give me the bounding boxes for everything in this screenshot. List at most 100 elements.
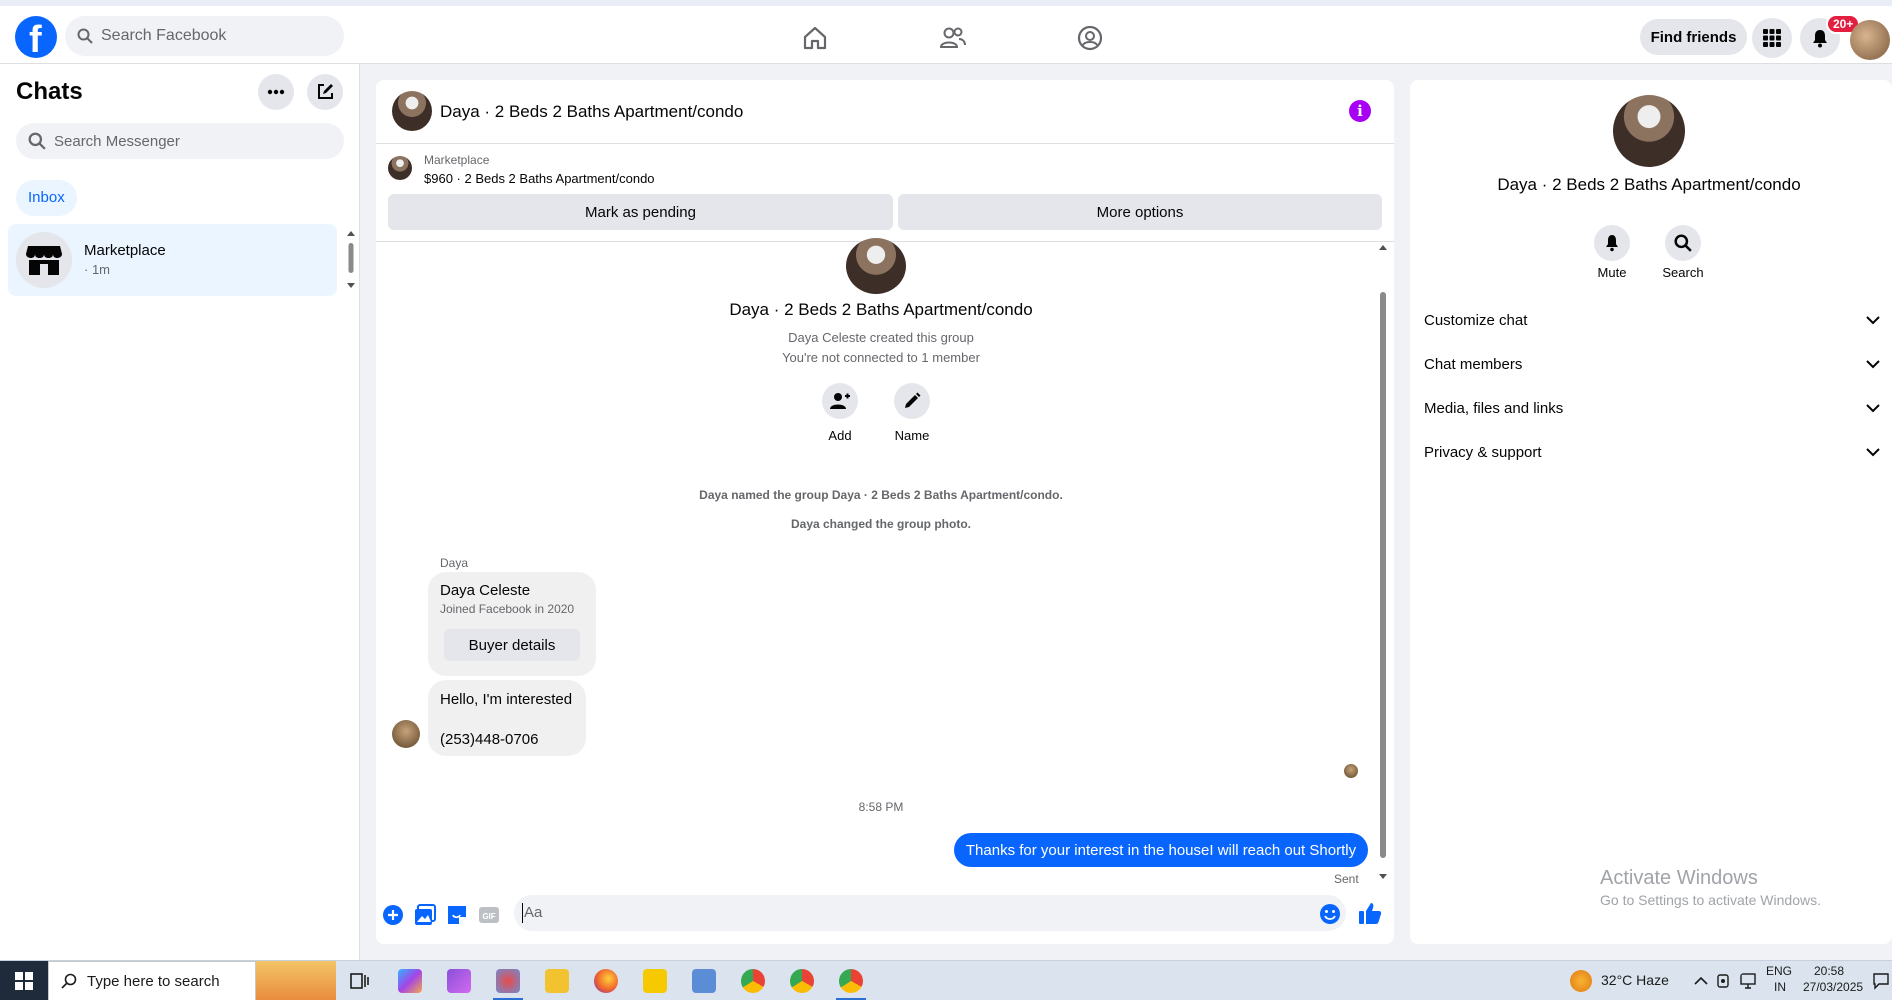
message-input[interactable]: Aa (514, 895, 1346, 931)
media-files-links-section[interactable]: Media, files and links (1424, 388, 1880, 428)
gif-icon[interactable]: GIF (478, 904, 500, 926)
sent-message-bubble[interactable]: Thanks for your interest in the houseI w… (954, 833, 1368, 867)
tab-inbox[interactable]: Inbox (16, 180, 77, 216)
sticker-icon[interactable] (446, 904, 468, 926)
profile-avatar[interactable] (1850, 20, 1890, 60)
listing-price[interactable]: $960 · 2 Beds 2 Baths Apartment/condo (424, 171, 655, 186)
region-indicator[interactable]: IN (1774, 980, 1786, 994)
friends-icon[interactable] (938, 24, 966, 52)
search-icon (1674, 234, 1692, 252)
group-photo (846, 238, 906, 294)
language-indicator[interactable]: ENG (1766, 964, 1792, 978)
add-attachment-icon[interactable] (382, 904, 404, 926)
feather-app-icon[interactable] (447, 969, 471, 993)
chevron-up-icon[interactable] (1694, 974, 1708, 988)
add-member-button[interactable] (822, 383, 858, 419)
chats-title: Chats (16, 78, 83, 105)
facebook-logo-icon[interactable]: f (15, 16, 57, 61)
copilot-app-icon[interactable] (398, 969, 422, 993)
message-thread: Daya · 2 Beds 2 Baths Apartment/condo Da… (376, 238, 1394, 886)
received-message-bubble[interactable]: Hello, I'm interested (253)448-0706 (428, 680, 586, 756)
windows-logo-icon (15, 972, 33, 990)
chat-item-time: · 1m (84, 262, 110, 277)
message-phone-line: (253)448-0706 (440, 731, 539, 748)
conversation-title[interactable]: Daya · 2 Beds 2 Baths Apartment/condo (440, 102, 743, 122)
file-explorer-icon[interactable] (545, 969, 569, 993)
messenger-search-input[interactable]: Search Messenger (16, 123, 344, 159)
activate-windows-subtext: Go to Settings to activate Windows. (1600, 892, 1821, 908)
add-person-icon (830, 393, 850, 409)
add-label: Add (828, 428, 852, 443)
chrome-icon[interactable] (741, 969, 765, 993)
not-connected-text: You're not connected to 1 member (782, 350, 980, 365)
start-button[interactable] (0, 961, 48, 1000)
new-message-button[interactable] (307, 74, 343, 110)
firefox-icon[interactable] (594, 969, 618, 993)
group-title: Daya · 2 Beds 2 Baths Apartment/condo (729, 300, 1033, 319)
paint-app-icon[interactable] (496, 969, 520, 993)
mark-as-pending-button[interactable]: Mark as pending (388, 194, 893, 230)
network-icon[interactable] (1740, 973, 1758, 989)
conversation-panel: Daya · 2 Beds 2 Baths Apartment/condo i … (376, 80, 1394, 944)
conversation-header: Daya · 2 Beds 2 Baths Apartment/condo i (376, 80, 1394, 144)
message-text-line: Hello, I'm interested (440, 691, 573, 708)
clock-date[interactable]: 27/03/2025 (1803, 980, 1863, 994)
weather-text[interactable]: 32°C Haze (1601, 972, 1669, 988)
svg-text:GIF: GIF (482, 912, 495, 921)
clock-time[interactable]: 20:58 (1814, 964, 1844, 978)
chat-list-item[interactable]: Marketplace · 1m (8, 224, 337, 296)
sticky-notes-icon[interactable] (643, 969, 667, 993)
activate-windows-watermark: Activate Windows (1600, 867, 1758, 889)
mute-button[interactable] (1594, 225, 1630, 261)
search-conversation-button[interactable] (1665, 225, 1701, 261)
section-label: Customize chat (1424, 311, 1528, 329)
info-icon[interactable]: i (1349, 100, 1371, 122)
photo-icon[interactable] (414, 904, 436, 926)
facebook-search-input[interactable]: Search Facebook (65, 16, 344, 56)
emoji-icon[interactable] (1319, 903, 1341, 925)
group-photo-avatar[interactable] (392, 91, 432, 131)
groups-icon[interactable] (1076, 24, 1104, 52)
storefront-icon (26, 246, 62, 275)
thread-scrollbar[interactable] (1376, 242, 1390, 882)
search-highlight-banner[interactable] (256, 961, 336, 1000)
chat-options-button[interactable] (258, 74, 294, 110)
notification-center-icon[interactable] (1872, 972, 1890, 990)
task-view-icon[interactable] (348, 969, 372, 993)
read-receipt-avatar (1344, 764, 1358, 778)
taskbar-search-placeholder: Type here to search (87, 972, 220, 990)
message-timestamp: 8:58 PM (858, 800, 904, 814)
chevron-down-icon (1866, 315, 1880, 324)
weather-icon[interactable] (1570, 970, 1592, 992)
buyer-details-button[interactable]: Buyer details (444, 629, 580, 661)
notepad-icon[interactable] (692, 969, 716, 993)
like-thumb-icon[interactable] (1358, 901, 1382, 925)
marketplace-avatar (16, 232, 72, 288)
customize-chat-section[interactable]: Customize chat (1424, 300, 1880, 340)
chat-members-section[interactable]: Chat members (1424, 344, 1880, 384)
find-friends-button[interactable]: Find friends (1640, 19, 1747, 55)
text-cursor (522, 903, 523, 923)
home-icon[interactable] (801, 24, 829, 52)
search-icon (77, 28, 93, 44)
listing-thumbnail[interactable] (388, 156, 412, 180)
menu-grid-button[interactable] (1752, 18, 1792, 58)
chevron-down-icon (1866, 447, 1880, 456)
bell-icon (1813, 30, 1827, 48)
section-label: Privacy & support (1424, 443, 1542, 461)
taskbar-search-input[interactable]: Type here to search (48, 961, 256, 1000)
chevron-down-icon (1866, 403, 1880, 412)
privacy-support-section[interactable]: Privacy & support (1424, 432, 1880, 472)
chrome-active-icon[interactable] (839, 969, 863, 993)
chrome-profile-icon[interactable] (790, 969, 814, 993)
group-photo-large[interactable] (1613, 95, 1685, 167)
chat-list-scrollbar[interactable] (346, 230, 356, 290)
more-options-button[interactable]: More options (898, 194, 1382, 230)
group-named-event: Daya named the group Daya · 2 Beds 2 Bat… (699, 488, 1063, 502)
pencil-icon (905, 392, 921, 408)
sender-avatar[interactable] (392, 720, 420, 748)
chat-item-name: Marketplace (84, 242, 166, 259)
chats-sidebar: Chats Search Messenger Inbox Marketplace… (0, 64, 360, 960)
camera-tray-icon[interactable] (1716, 973, 1732, 989)
name-group-button[interactable] (894, 383, 930, 419)
